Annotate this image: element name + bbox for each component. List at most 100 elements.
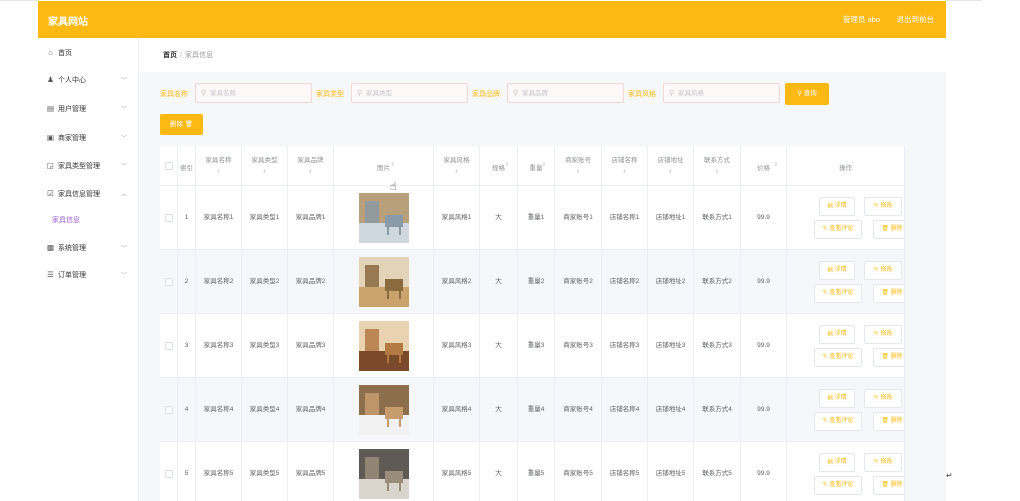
detail-button[interactable]: ▤ 详情: [819, 197, 855, 216]
column-header-4[interactable]: 家具品牌 ⇕: [288, 146, 334, 186]
detail-button-label: 详情: [834, 459, 847, 465]
sidebar-item-home[interactable]: ⌂ 首页: [38, 43, 139, 63]
sidebar-item-furniture-info[interactable]: ☑ 家具信息管理 ︿: [38, 184, 139, 204]
filter-name-input[interactable]: [210, 87, 308, 100]
filter-name-field[interactable]: ⚲: [195, 83, 312, 103]
sidebar-item-label: 家具类型管理: [58, 163, 100, 170]
column-header-1: 索引: [178, 146, 196, 186]
filter-style-field[interactable]: ⚲: [663, 83, 780, 103]
sort-icon[interactable]: ⇕: [555, 169, 601, 175]
chevron-down-icon: ﹀: [121, 136, 128, 142]
column-header-12[interactable]: 联系方式 ⇕: [694, 146, 741, 186]
view-reviews-button[interactable]: ✎ 查看评论: [814, 476, 862, 495]
edit-button[interactable]: ✎ 修改: [864, 325, 902, 344]
delete-button[interactable]: 🗑 删除: [873, 412, 904, 431]
column-header-5[interactable]: 图片 ⇕: [334, 146, 434, 186]
sidebar-item-users[interactable]: ▤ 用户管理 ﹀: [38, 99, 139, 119]
search-icon: ⚲: [201, 90, 207, 97]
column-header-3[interactable]: 家具类型 ⇕: [242, 146, 288, 186]
filter-style-input[interactable]: [678, 87, 776, 100]
furniture-thumbnail[interactable]: [359, 385, 409, 435]
furniture-thumbnail[interactable]: [359, 321, 409, 371]
column-header-8[interactable]: 重量 ⇕: [518, 146, 555, 186]
batch-delete-label: 删除: [169, 121, 183, 128]
edit-button-label: 修改: [880, 459, 893, 465]
column-header-7[interactable]: 规格 ⇕: [480, 146, 518, 186]
row-checkbox[interactable]: [165, 342, 173, 350]
cell-spec: 大: [480, 378, 518, 442]
column-header-6[interactable]: 家具风格 ⇕: [434, 146, 480, 186]
logout-link[interactable]: 退出到前台: [897, 14, 935, 25]
cell-contact: 联系方式4: [694, 378, 741, 442]
row-checkbox[interactable]: [165, 278, 173, 286]
view-reviews-button[interactable]: ✎ 查看评论: [814, 412, 862, 431]
detail-icon: ▤: [827, 267, 835, 273]
table-cell: [334, 314, 434, 378]
select-all-checkbox[interactable]: [165, 162, 173, 170]
filter-type-field[interactable]: ⚲: [351, 83, 468, 103]
column-header-9[interactable]: 商家账号 ⇕: [555, 146, 602, 186]
cell-spec: 大: [480, 186, 518, 250]
delete-button[interactable]: 🗑 删除: [873, 476, 904, 495]
row-checkbox[interactable]: [165, 214, 173, 222]
delete-button[interactable]: 🗑 删除: [873, 284, 904, 303]
edit-button[interactable]: ✎ 修改: [864, 261, 902, 280]
sidebar-item-system[interactable]: ▩ 系统管理 ﹀: [38, 238, 139, 258]
view-reviews-button[interactable]: ✎ 查看评论: [814, 348, 862, 367]
filter-brand-input[interactable]: [522, 87, 620, 100]
breadcrumb-home[interactable]: 首页: [163, 52, 177, 59]
sort-icon[interactable]: ⇕: [196, 169, 241, 175]
delete-button[interactable]: 🗑 删除: [873, 220, 904, 239]
filter-brand-field[interactable]: ⚲: [507, 83, 624, 103]
admin-user-label: 管理员 abo: [842, 15, 880, 24]
cell-account: 商家账号3: [555, 314, 602, 378]
sort-icon[interactable]: ⇕: [542, 162, 546, 168]
detail-button[interactable]: ▤ 详情: [819, 453, 855, 472]
sidebar-item-furniture-types[interactable]: ◲ 家具类型管理 ﹀: [38, 156, 139, 176]
sort-icon[interactable]: ⇕: [242, 169, 287, 175]
category-icon: ◲: [46, 161, 55, 170]
table-row: 4 家具名称4 家具类型4 家具品牌4 家具风格4 大重量4 商家账号4 店铺名称4 店铺地址4…: [160, 378, 905, 442]
sort-icon[interactable]: ⇕: [648, 169, 693, 175]
column-header-2[interactable]: 家具名称 ⇕: [196, 146, 242, 186]
submenu-item-furniture-info[interactable]: 家具信息: [52, 215, 80, 225]
view-reviews-button[interactable]: ✎ 查看评论: [814, 284, 862, 303]
column-header-11[interactable]: 店铺地址 ⇕: [648, 146, 694, 186]
column-header-13[interactable]: 价格 ⇕: [741, 146, 787, 186]
sort-icon[interactable]: ⇕: [694, 169, 740, 175]
furniture-thumbnail[interactable]: [359, 449, 409, 499]
sort-icon[interactable]: ⇕: [602, 169, 647, 175]
trash-icon: 🗑: [881, 354, 891, 360]
sort-icon[interactable]: ⇕: [774, 162, 778, 168]
search-button[interactable]: ⚲ 查询: [785, 83, 829, 105]
chevron-down-icon: ﹀: [121, 164, 128, 170]
furniture-thumbnail[interactable]: [359, 257, 409, 307]
filter-type-input[interactable]: [366, 87, 464, 100]
table-cell: ▤ 详情 ✎ 修改 ✎ 查看评论 🗑 删除: [787, 186, 905, 250]
edit-button[interactable]: ✎ 修改: [864, 197, 902, 216]
view-reviews-button[interactable]: ✎ 查看评论: [814, 220, 862, 239]
cell-price: 99.9: [741, 314, 787, 378]
delete-button[interactable]: 🗑 删除: [873, 348, 904, 367]
row-checkbox[interactable]: [165, 406, 173, 414]
sort-icon[interactable]: ⇕: [434, 169, 479, 175]
batch-delete-button[interactable]: 删除 🗑: [160, 114, 203, 135]
detail-button[interactable]: ▤ 详情: [819, 261, 855, 280]
home-icon: ⌂: [48, 48, 53, 57]
row-checkbox[interactable]: [165, 470, 173, 478]
sort-icon[interactable]: ⇕: [391, 162, 395, 168]
edit-button[interactable]: ✎ 修改: [864, 389, 902, 408]
sidebar-item-profile[interactable]: ♟ 个人中心 ﹀: [38, 70, 139, 90]
edit-button[interactable]: ✎ 修改: [864, 453, 902, 472]
detail-button[interactable]: ▤ 详情: [819, 389, 855, 408]
cell-address: 店铺地址5: [648, 442, 694, 501]
sort-icon[interactable]: ⇕: [288, 169, 333, 175]
sort-icon[interactable]: ⇕: [505, 162, 509, 168]
sidebar-item-orders[interactable]: ☰ 订单管理 ﹀: [38, 265, 139, 285]
furniture-thumbnail[interactable]: [359, 193, 409, 243]
cell-index: 2: [178, 250, 196, 314]
delete-button-label: 删除: [890, 290, 903, 296]
detail-button[interactable]: ▤ 详情: [819, 325, 855, 344]
sidebar-item-merchants[interactable]: ▣ 商家管理 ﹀: [38, 128, 139, 148]
column-header-10[interactable]: 店铺名称 ⇕: [602, 146, 648, 186]
